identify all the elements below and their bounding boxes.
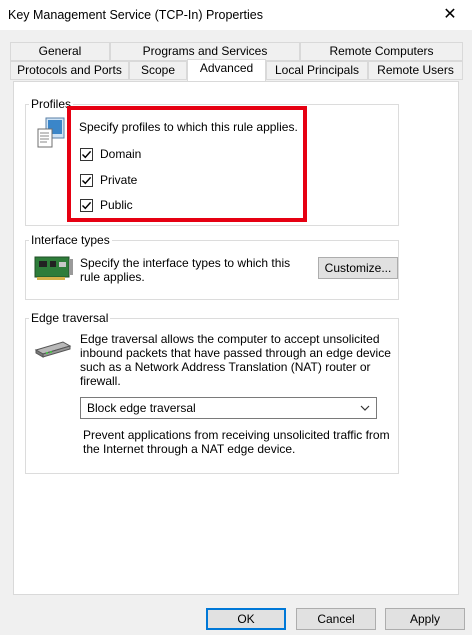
profiles-computer-icon <box>36 117 66 154</box>
domain-checkbox-box[interactable] <box>80 147 93 161</box>
edge-traversal-help-line2: the Internet through a NAT edge device. <box>83 442 296 456</box>
domain-label: Domain <box>100 147 142 161</box>
tab-advanced[interactable]: Advanced <box>187 59 266 81</box>
edge-traversal-desc-line1: Edge traversal allows the computer to ac… <box>80 332 380 346</box>
profiles-group-label: Profiles <box>29 97 74 111</box>
checkbox-public[interactable]: Public <box>80 197 133 213</box>
tab-scope[interactable]: Scope <box>129 61 187 80</box>
cancel-button[interactable]: Cancel <box>296 608 376 630</box>
edge-traversal-group-label: Edge traversal <box>29 311 111 325</box>
close-icon[interactable]: ✕ <box>438 4 462 26</box>
public-label: Public <box>100 198 133 212</box>
private-label: Private <box>100 173 138 187</box>
edge-traversal-select-value: Block edge traversal <box>87 401 196 415</box>
tab-local-principals[interactable]: Local Principals <box>266 61 368 80</box>
chevron-down-icon <box>360 402 370 417</box>
network-card-icon <box>33 253 75 286</box>
checkbox-domain[interactable]: Domain <box>80 146 141 162</box>
interface-types-description-line1: Specify the interface types to which thi… <box>80 256 291 270</box>
edge-router-icon <box>33 336 73 363</box>
edge-traversal-help-line1: Prevent applications from receiving unso… <box>83 428 390 442</box>
checkbox-private[interactable]: Private <box>80 172 137 188</box>
edge-traversal-desc-line4: firewall. <box>80 374 121 388</box>
ok-button[interactable]: OK <box>206 608 286 630</box>
public-checkbox-box[interactable] <box>80 198 93 212</box>
apply-button[interactable]: Apply <box>385 608 465 630</box>
interface-types-description-line2: rule applies. <box>80 270 145 284</box>
tab-general[interactable]: General <box>10 42 110 61</box>
profiles-description: Specify profiles to which this rule appl… <box>79 120 298 134</box>
edge-traversal-desc-line2: inbound packets that have passed through… <box>80 346 391 360</box>
title-bar: Key Management Service (TCP-In) Properti… <box>0 0 472 30</box>
interface-types-group-label: Interface types <box>29 233 112 247</box>
window-title: Key Management Service (TCP-In) Properti… <box>8 8 263 22</box>
edge-traversal-select[interactable]: Block edge traversal <box>80 397 377 419</box>
tab-remote-users[interactable]: Remote Users <box>368 61 463 80</box>
tab-protocols-and-ports[interactable]: Protocols and Ports <box>10 61 129 80</box>
customize-button[interactable]: Customize... <box>318 257 398 279</box>
private-checkbox-box[interactable] <box>80 173 93 187</box>
tab-remote-computers[interactable]: Remote Computers <box>300 42 463 61</box>
edge-traversal-desc-line3: such as a Network Address Translation (N… <box>80 360 371 374</box>
